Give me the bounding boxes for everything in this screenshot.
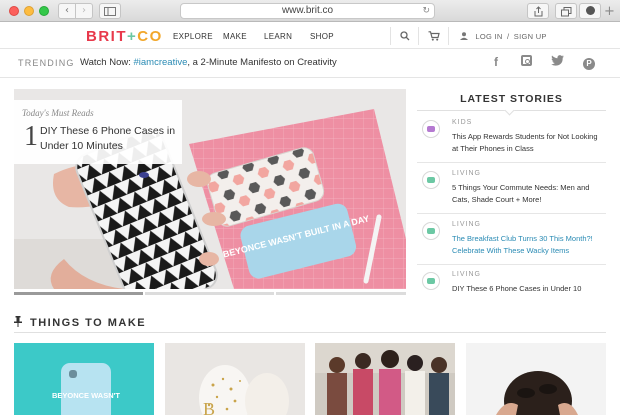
- slide-dot[interactable]: [14, 292, 143, 295]
- story-item[interactable]: LIVING DIY These 6 Phone Cases in Under …: [417, 264, 606, 315]
- trending-hashtag[interactable]: #iamcreative: [134, 57, 188, 68]
- tile-text: BEYONCE WASN'T: [52, 391, 120, 400]
- reload-icon[interactable]: ↻: [422, 4, 430, 18]
- hairstyle-image: [466, 343, 606, 415]
- divider: [448, 27, 449, 45]
- story-title[interactable]: DIY These 6 Phone Cases in Under 10: [452, 283, 602, 295]
- must-reads-label: Today's Must Reads: [22, 108, 94, 118]
- zoom-window-button[interactable]: [39, 6, 49, 16]
- new-tab-icon[interactable]: +: [604, 4, 615, 19]
- project-tile[interactable]: [315, 343, 455, 415]
- login-separator: /: [507, 32, 510, 41]
- sidebar-toggle-button[interactable]: [99, 3, 121, 19]
- story-category: LIVING: [452, 221, 481, 228]
- trending-label: TRENDING: [18, 58, 75, 68]
- site-header: BRIT+CO EXPLORE MAKE LEARN SHOP LOG IN /…: [0, 23, 620, 49]
- login-link[interactable]: LOG IN: [475, 32, 502, 41]
- brit-co-logo[interactable]: BRIT+CO: [86, 28, 163, 45]
- cart-button[interactable]: [424, 29, 444, 43]
- close-window-button[interactable]: [9, 6, 19, 16]
- share-button[interactable]: [527, 3, 549, 19]
- user-icon: [460, 32, 468, 40]
- cart-icon: [428, 31, 440, 41]
- project-tile[interactable]: B: [165, 343, 305, 415]
- nav-learn[interactable]: LEARN: [264, 32, 292, 41]
- nav-make[interactable]: MAKE: [223, 32, 247, 41]
- trending-link[interactable]: Watch Now: #iamcreative, a 2-Minute Mani…: [80, 57, 337, 68]
- featured-hero[interactable]: BEYONCE WASN'T BUILT IN A DAY Today's Mu…: [14, 89, 406, 289]
- tabs-icon: [560, 7, 571, 17]
- story-title[interactable]: 5 Things Your Commute Needs: Men and Cat…: [452, 182, 602, 206]
- pinterest-icon[interactable]: P: [583, 55, 595, 70]
- downloads-button[interactable]: [579, 3, 601, 19]
- things-to-make-heading: THINGS TO MAKE: [14, 316, 146, 329]
- chevron-right-icon: ›: [82, 5, 86, 16]
- browser-toolbar: ‹ › www.brit.co ↻ +: [0, 0, 620, 22]
- tab-overview-button[interactable]: [555, 3, 577, 19]
- project-tile[interactable]: BEYONCE WASN'T: [14, 343, 154, 415]
- divider: [418, 27, 419, 45]
- instagram-icon[interactable]: [521, 55, 532, 69]
- story-category: KIDS: [452, 119, 473, 126]
- url-text: www.brit.co: [281, 5, 334, 16]
- trending-bar: TRENDING Watch Now: #iamcreative, a 2-Mi…: [0, 50, 620, 78]
- phone-case-image: BEYONCE WASN'T: [14, 343, 154, 415]
- must-reads-card[interactable]: Today's Must Reads 1 DIY These 6 Phone C…: [14, 100, 182, 164]
- address-bar[interactable]: www.brit.co ↻: [180, 3, 435, 19]
- story-item[interactable]: LIVING 5 Things Your Commute Needs: Men …: [417, 163, 606, 214]
- gold-eggs-image: B: [165, 343, 305, 415]
- must-reads-number: 1: [24, 121, 38, 152]
- group-photo-image: [315, 343, 455, 415]
- back-button[interactable]: ‹: [58, 3, 76, 19]
- story-category: LIVING: [452, 170, 481, 177]
- logo-co: CO: [137, 28, 163, 45]
- search-icon: [400, 31, 410, 41]
- project-tile[interactable]: [466, 343, 606, 415]
- logo-plus: +: [127, 28, 138, 45]
- living-category-icon: [422, 171, 440, 189]
- pushpin-icon: [14, 316, 22, 327]
- trending-prefix: Watch Now:: [80, 57, 134, 68]
- story-item[interactable]: KIDS This App Rewards Students for Not L…: [417, 112, 606, 163]
- facebook-icon[interactable]: f: [494, 55, 498, 69]
- things-to-make-title: THINGS TO MAKE: [30, 317, 147, 329]
- nav-shop[interactable]: SHOP: [310, 32, 334, 41]
- trending-suffix: , a 2-Minute Manifesto on Creativity: [187, 57, 337, 68]
- account-links: LOG IN / SIGN UP: [460, 32, 547, 41]
- living-category-icon: [422, 272, 440, 290]
- forward-button[interactable]: ›: [75, 3, 93, 19]
- slide-indicator: [14, 292, 406, 295]
- divider: [390, 27, 391, 45]
- living-category-icon: [422, 222, 440, 240]
- latest-stories-title: LATEST STORIES: [460, 93, 563, 105]
- slide-dot[interactable]: [145, 292, 274, 295]
- slide-dot[interactable]: [276, 292, 406, 295]
- share-icon: [534, 6, 542, 17]
- divider: [14, 332, 606, 333]
- story-category: LIVING: [452, 271, 481, 278]
- signup-link[interactable]: SIGN UP: [514, 32, 547, 41]
- minimize-window-button[interactable]: [24, 6, 34, 16]
- nav-explore[interactable]: EXPLORE: [173, 32, 213, 41]
- twitter-icon[interactable]: [551, 55, 564, 69]
- download-icon: [585, 6, 595, 15]
- search-button[interactable]: [395, 29, 415, 43]
- story-title[interactable]: This App Rewards Students for Not Lookin…: [452, 131, 602, 155]
- story-item[interactable]: LIVING The Breakfast Club Turns 30 This …: [417, 214, 606, 265]
- must-reads-title[interactable]: DIY These 6 Phone Cases in Under 10 Minu…: [40, 124, 180, 154]
- kids-category-icon: [422, 120, 440, 138]
- chevron-left-icon: ‹: [65, 5, 69, 16]
- story-title[interactable]: The Breakfast Club Turns 30 This Month?!…: [452, 233, 602, 257]
- tile-text: B: [203, 399, 215, 415]
- logo-brit: BRIT: [86, 28, 127, 45]
- sidebar-icon: [104, 7, 116, 16]
